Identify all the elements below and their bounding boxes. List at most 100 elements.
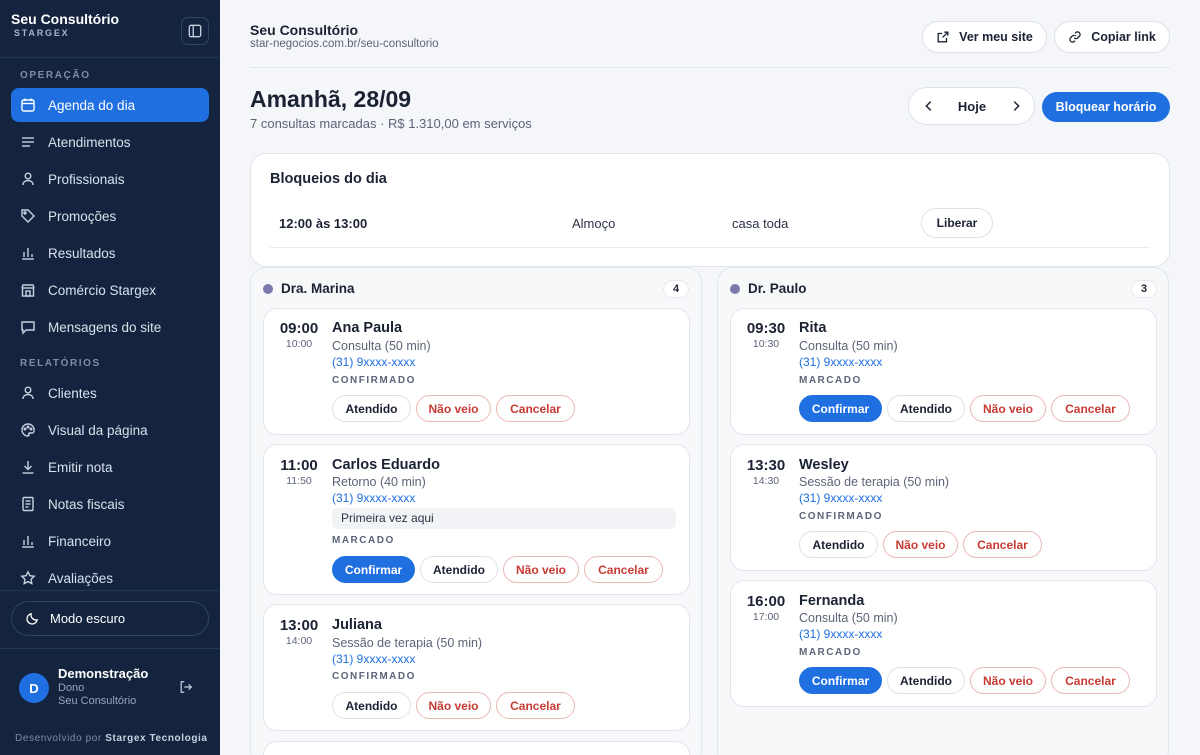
confirm-button[interactable]: Confirmar bbox=[799, 667, 882, 694]
no-show-button[interactable]: Não veio bbox=[883, 531, 958, 558]
status-badge: MARCADO bbox=[799, 647, 862, 658]
attended-button[interactable]: Atendido bbox=[887, 395, 965, 422]
client-phone[interactable]: (31) 9xxxx-xxxx bbox=[332, 491, 415, 505]
site-title: Seu Consultório bbox=[250, 22, 359, 38]
sidebar-item-notas-fiscais[interactable]: Notas fiscais bbox=[11, 487, 209, 521]
client-name: Fernanda bbox=[799, 593, 865, 609]
confirm-button[interactable]: Confirmar bbox=[332, 556, 415, 583]
attended-button[interactable]: Atendido bbox=[332, 692, 411, 719]
sidebar-item-clientes[interactable]: Clientes bbox=[11, 376, 209, 410]
bar-chart-icon bbox=[22, 248, 34, 260]
confirm-button[interactable]: Confirmar bbox=[799, 395, 882, 422]
avatar: D bbox=[19, 673, 49, 703]
client-phone[interactable]: (31) 9xxxx-xxxx bbox=[799, 491, 882, 505]
sidebar-item-profissionais[interactable]: Profissionais bbox=[11, 162, 209, 196]
site-url: star-negocios.com.br/seu-consultorio bbox=[250, 38, 439, 50]
moon-icon bbox=[26, 612, 39, 625]
cancel-button[interactable]: Cancelar bbox=[1051, 667, 1130, 694]
attended-button[interactable]: Atendido bbox=[799, 531, 878, 558]
client-phone[interactable]: (31) 9xxxx-xxxx bbox=[799, 355, 882, 369]
dark-mode-toggle[interactable]: Modo escuro bbox=[11, 601, 209, 636]
no-show-button[interactable]: Não veio bbox=[970, 395, 1046, 422]
no-show-button[interactable]: Não veio bbox=[416, 395, 491, 422]
palette-icon bbox=[21, 423, 35, 437]
service-name: Retorno (40 min) bbox=[332, 475, 426, 489]
appointment-note: Primeira vez aqui bbox=[332, 508, 676, 529]
logout-icon[interactable] bbox=[179, 680, 193, 694]
footer-prefix: Desenvolvido por bbox=[15, 733, 102, 744]
service-name: Consulta (50 min) bbox=[799, 611, 898, 625]
list-icon bbox=[22, 137, 34, 147]
star-icon bbox=[20, 570, 36, 585]
sidebar-item-atendimentos[interactable]: Atendimentos bbox=[11, 125, 209, 159]
view-site-label: Ver meu site bbox=[959, 30, 1033, 44]
message-icon bbox=[21, 321, 35, 335]
client-phone[interactable]: (31) 9xxxx-xxxx bbox=[332, 355, 415, 369]
professional-name: Dra. Marina bbox=[281, 281, 355, 296]
professional-color-dot bbox=[263, 284, 273, 294]
today-button[interactable]: Hoje bbox=[944, 99, 1000, 114]
block-reason: Almoço bbox=[572, 216, 616, 231]
chevron-right-icon[interactable] bbox=[1009, 99, 1023, 113]
service-name: Sessão de terapia (50 min) bbox=[799, 475, 950, 489]
appointment-start-time: 09:30 bbox=[746, 320, 786, 337]
sidebar-item-mensagens[interactable]: Mensagens do site bbox=[11, 310, 209, 344]
copy-link-button[interactable]: Copiar link bbox=[1054, 21, 1170, 53]
sidebar-item-label: Comércio Stargex bbox=[48, 282, 157, 298]
sidebar-item-visual[interactable]: Visual da página bbox=[11, 413, 209, 447]
brand-subtitle: STARGEX bbox=[14, 28, 70, 38]
chevron-left-icon[interactable] bbox=[922, 99, 936, 113]
blocks-title: Bloqueios do dia bbox=[270, 171, 387, 187]
bar-chart-icon bbox=[22, 536, 34, 548]
cancel-button[interactable]: Cancelar bbox=[496, 692, 575, 719]
status-badge: MARCADO bbox=[799, 375, 862, 386]
sidebar-item-agenda[interactable]: Agenda do dia bbox=[11, 88, 209, 122]
sidebar-item-resultados[interactable]: Resultados bbox=[11, 236, 209, 270]
no-show-button[interactable]: Não veio bbox=[970, 667, 1046, 694]
attended-button[interactable]: Atendido bbox=[887, 667, 965, 694]
no-show-button[interactable]: Não veio bbox=[416, 692, 491, 719]
client-phone[interactable]: (31) 9xxxx-xxxx bbox=[799, 627, 882, 641]
user-profile: D Demonstração Dono Seu Consultório bbox=[19, 666, 209, 708]
no-show-button[interactable]: Não veio bbox=[503, 556, 579, 583]
footer-company: Stargex Tecnologia bbox=[105, 733, 208, 744]
client-name: Ana Paula bbox=[332, 320, 403, 336]
attended-button[interactable]: Atendido bbox=[332, 395, 411, 422]
divider bbox=[0, 648, 220, 649]
client-name: Wesley bbox=[799, 457, 849, 473]
sidebar-toggle-button[interactable] bbox=[181, 17, 209, 45]
appointment-start-time: 13:30 bbox=[746, 457, 786, 474]
cancel-button[interactable]: Cancelar bbox=[584, 556, 663, 583]
download-icon bbox=[22, 461, 34, 474]
user-org: Seu Consultório bbox=[58, 695, 137, 707]
cancel-button[interactable]: Cancelar bbox=[496, 395, 575, 422]
appointment-end-time: 17:00 bbox=[752, 611, 780, 623]
block-time-button[interactable]: Bloquear horário bbox=[1042, 92, 1170, 122]
sidebar-item-comercio[interactable]: Comércio Stargex bbox=[11, 273, 209, 307]
sidebar-item-promocoes[interactable]: Promoções bbox=[11, 199, 209, 233]
user-name: Demonstração bbox=[58, 666, 149, 681]
view-site-button[interactable]: Ver meu site bbox=[922, 21, 1047, 53]
link-icon bbox=[1069, 31, 1081, 43]
sidebar-item-label: Emitir nota bbox=[48, 459, 113, 475]
service-name: Consulta (50 min) bbox=[799, 339, 898, 353]
sidebar-item-emitir-nota[interactable]: Emitir nota bbox=[11, 450, 209, 484]
page-subtitle: 7 consultas marcadas · R$ 1.310,00 em se… bbox=[250, 116, 532, 131]
page-title: Amanhã, 28/09 bbox=[250, 86, 412, 112]
release-block-button[interactable]: Liberar bbox=[921, 208, 993, 238]
client-phone[interactable]: (31) 9xxxx-xxxx bbox=[332, 652, 415, 666]
sidebar-item-label: Notas fiscais bbox=[48, 496, 125, 512]
sidebar-item-label: Visual da página bbox=[48, 422, 148, 438]
sidebar-item-label: Agenda do dia bbox=[48, 97, 136, 113]
cancel-button[interactable]: Cancelar bbox=[1051, 395, 1130, 422]
cancel-button[interactable]: Cancelar bbox=[963, 531, 1042, 558]
status-badge: CONFIRMADO bbox=[332, 671, 416, 682]
tag-icon bbox=[21, 209, 35, 223]
dark-mode-label: Modo escuro bbox=[50, 611, 126, 626]
sidebar-item-label: Resultados bbox=[48, 245, 116, 261]
calendar-icon bbox=[21, 98, 35, 112]
sidebar-item-financeiro[interactable]: Financeiro bbox=[11, 524, 209, 558]
appointment-card bbox=[263, 741, 690, 755]
external-link-icon bbox=[937, 31, 949, 43]
attended-button[interactable]: Atendido bbox=[420, 556, 498, 583]
